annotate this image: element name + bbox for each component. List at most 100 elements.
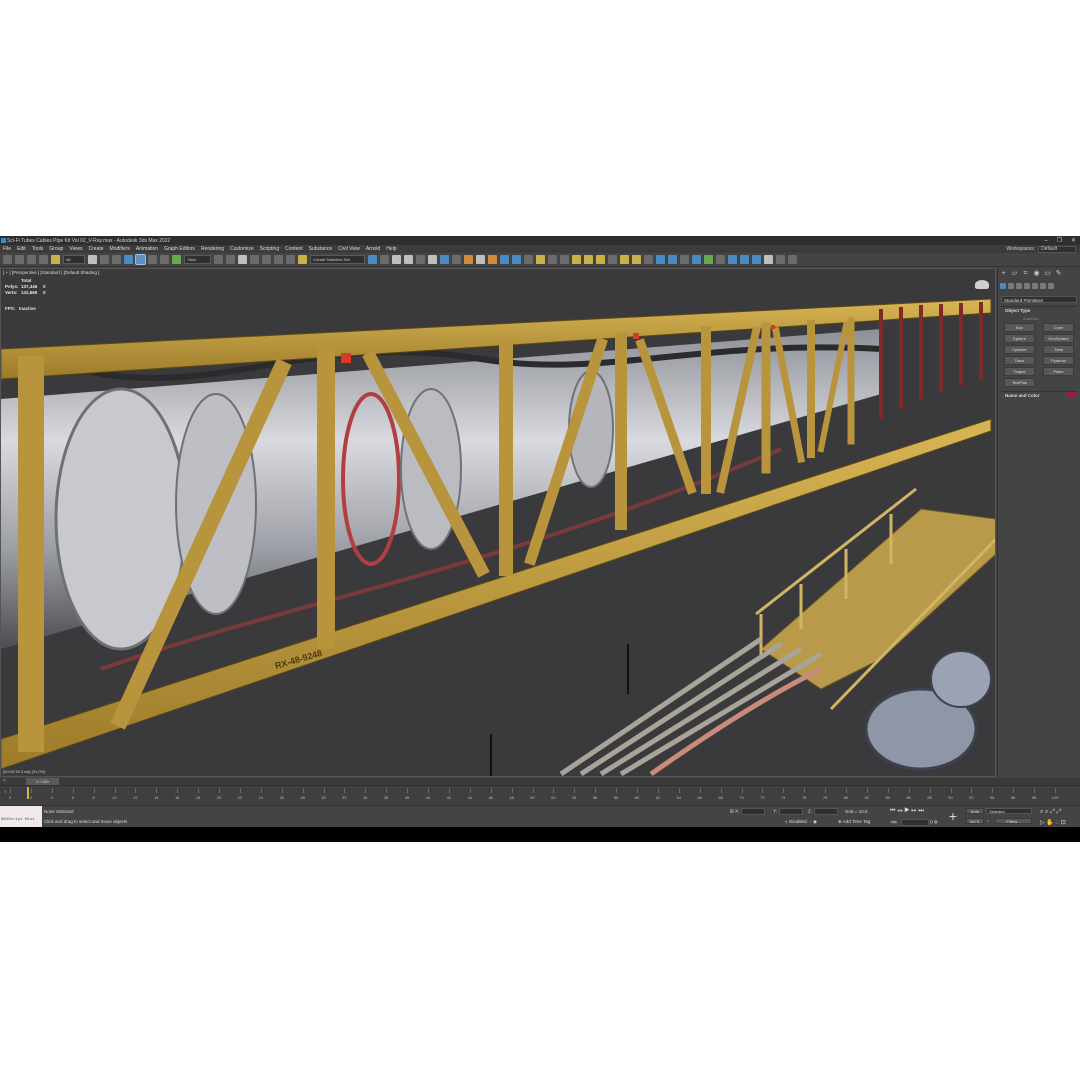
y-coordinate-input[interactable]	[779, 808, 804, 815]
vray-cosmos-icon[interactable]	[775, 255, 785, 264]
shapes-icon[interactable]	[1008, 283, 1014, 289]
lights-icon[interactable]	[1016, 283, 1022, 289]
object-color-swatch[interactable]	[1067, 392, 1075, 398]
time-slider-thumb[interactable]: 0 / 100	[26, 778, 59, 785]
vray-lister-icon[interactable]	[763, 255, 773, 264]
menu-edit[interactable]: Edit	[14, 246, 29, 252]
menu-modifiers[interactable]: Modifiers	[107, 246, 133, 252]
modify-tab-icon[interactable]: ▱	[1011, 270, 1018, 277]
cylinder-button[interactable]: Cylinder	[1004, 345, 1035, 354]
menu-file[interactable]: File	[0, 246, 14, 252]
time-slider[interactable]: < 0 / 100	[0, 778, 1080, 785]
systems-icon[interactable]	[1048, 283, 1054, 289]
plane-button[interactable]: Plane	[1043, 367, 1074, 376]
menu-arnold[interactable]: Arnold	[363, 246, 383, 252]
orbit-icon[interactable]: ◌	[1055, 820, 1059, 826]
geometry-icon[interactable]	[1000, 283, 1006, 289]
toggle-icon[interactable]: ◉	[813, 819, 817, 824]
menu-create[interactable]: Create	[86, 246, 107, 252]
select-object-icon[interactable]	[88, 255, 98, 264]
render-production-icon[interactable]	[487, 255, 497, 264]
redo-icon[interactable]	[15, 255, 24, 264]
pivot-center-icon[interactable]	[214, 255, 224, 264]
track-bar[interactable]: ↕ 0 2 4 6 8 10 12 14 16 18 20 22 24 26 28 30 32 34 36 38 40 4…	[0, 785, 1080, 806]
go-to-end-icon[interactable]: ⏭	[918, 808, 923, 814]
z-coordinate-input[interactable]	[814, 808, 838, 815]
previous-frame-icon[interactable]: <	[3, 778, 6, 785]
window-crossing-icon[interactable]	[124, 255, 134, 264]
vray-light-icon[interactable]	[535, 255, 545, 264]
tube-button[interactable]: Tube	[1043, 345, 1074, 354]
undo-icon[interactable]	[3, 255, 12, 264]
go-to-start-icon[interactable]: ⏮	[890, 808, 895, 814]
menu-scripting[interactable]: Scripting	[257, 246, 282, 252]
angle-snap-icon[interactable]	[262, 255, 272, 264]
box-button[interactable]: Box	[1004, 323, 1035, 332]
snaps-toggle-icon[interactable]	[250, 255, 260, 264]
key-filters-icon[interactable]: ⌐	[987, 818, 990, 823]
key-filters-button[interactable]: Filters...	[995, 818, 1032, 824]
keyboard-shortcut-toggle-icon[interactable]	[238, 255, 248, 264]
zoom-icon[interactable]: ⌕	[1040, 809, 1043, 815]
vray-camera-icon[interactable]	[559, 255, 569, 264]
selected-set-dropdown[interactable]: Selected	[986, 808, 1032, 814]
time-configuration-icon[interactable]: ⚙	[934, 820, 938, 825]
unlink-icon[interactable]	[39, 255, 48, 264]
select-by-name-icon[interactable]	[100, 255, 110, 264]
menu-graph-editors[interactable]: Graph Editors	[161, 246, 198, 252]
time-tag[interactable]: ⊕ Add Time Tag	[838, 819, 870, 825]
menu-content[interactable]: Content	[282, 246, 306, 252]
zoom-extents-icon[interactable]: ⤢	[1050, 809, 1055, 815]
set-key-button[interactable]: Set K.	[966, 818, 984, 824]
x-coordinate-input[interactable]	[741, 808, 766, 815]
link-icon[interactable]	[27, 255, 36, 264]
field-of-view-icon[interactable]: ▷	[1040, 820, 1045, 826]
menu-tools[interactable]: Tools	[29, 246, 47, 252]
named-selection-dropdown[interactable]: Create Selection Set	[310, 255, 365, 264]
helpers-icon[interactable]	[1032, 283, 1038, 289]
space-warps-icon[interactable]	[1040, 283, 1046, 289]
spinner-snap-icon[interactable]	[286, 255, 296, 264]
vray-aerial-perspective-icon[interactable]	[643, 255, 653, 264]
perspective-viewport[interactable]: RX-48-9248 [ + ] [Perspective ] [Standar…	[0, 268, 996, 777]
create-tab-icon[interactable]: +	[1000, 270, 1007, 277]
hierarchy-tab-icon[interactable]: ⌗	[1022, 270, 1029, 277]
vray-render-icon[interactable]	[523, 255, 533, 264]
sphere-button[interactable]: Sphere	[1004, 334, 1035, 343]
percent-snap-icon[interactable]	[274, 255, 284, 264]
cameras-icon[interactable]	[1024, 283, 1030, 289]
vray-sphere-light-icon[interactable]	[583, 255, 593, 264]
vray-help-icon[interactable]	[787, 255, 797, 264]
menu-civil-view[interactable]: Civil View	[335, 246, 363, 252]
vray-sphere-icon[interactable]	[691, 255, 701, 264]
reference-coordinate-dropdown[interactable]: View	[184, 255, 212, 264]
maximize-button[interactable]: ❐	[1057, 237, 1062, 244]
vray-proxy-icon[interactable]	[667, 255, 677, 264]
rendered-frame-window-icon[interactable]	[475, 255, 485, 264]
vray-mesh-light-icon[interactable]	[595, 255, 605, 264]
utilities-tab-icon[interactable]: ✎	[1055, 270, 1062, 277]
zoom-extents-all-icon[interactable]: ⤢	[1057, 809, 1062, 815]
render-setup-icon[interactable]	[463, 255, 473, 264]
current-frame-marker[interactable]	[27, 787, 29, 799]
vray-clipper-icon[interactable]	[715, 255, 725, 264]
vray-dome-light-icon[interactable]	[571, 255, 581, 264]
play-icon[interactable]: ▶	[904, 808, 909, 814]
primitive-type-dropdown[interactable]: Standard Primitives	[1001, 296, 1077, 303]
geosphere-button[interactable]: GeoSphere	[1043, 334, 1074, 343]
menu-customize[interactable]: Customize	[227, 246, 257, 252]
pan-icon[interactable]: ✋	[1046, 820, 1053, 826]
key-mode-icon[interactable]: ⊲⊳	[890, 820, 898, 825]
align-icon[interactable]	[379, 255, 389, 264]
mirror-icon[interactable]	[367, 255, 377, 264]
cone-button[interactable]: Cone	[1043, 323, 1074, 332]
auto-key-button[interactable]: Auto	[966, 808, 984, 814]
current-frame-input[interactable]	[900, 819, 929, 826]
next-key-icon[interactable]: ▸▸	[911, 808, 916, 814]
menu-group[interactable]: Group	[46, 246, 66, 252]
place-icon[interactable]	[172, 255, 182, 264]
display-tab-icon[interactable]: ▭	[1044, 270, 1051, 277]
select-manipulate-icon[interactable]	[226, 255, 236, 264]
menu-help[interactable]: Help	[383, 246, 399, 252]
scene-explorer-icon[interactable]	[391, 255, 401, 264]
